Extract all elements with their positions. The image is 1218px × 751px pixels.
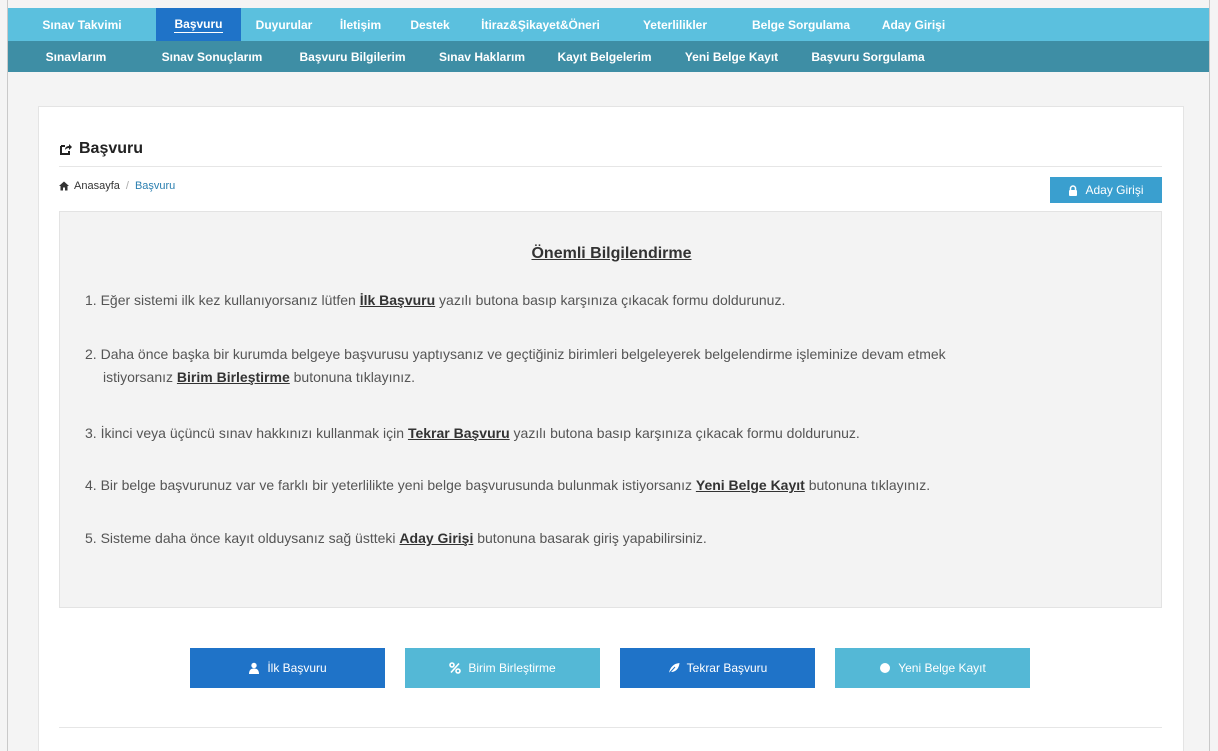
info-item-1: 1. Eğer sistemi ilk kez kullanıyorsanız … — [85, 292, 786, 308]
home-icon — [59, 181, 69, 191]
nav-destek[interactable]: Destek — [394, 8, 466, 41]
info-item-5: 5. Sisteme daha önce kayıt olduysanız sa… — [85, 530, 707, 546]
yeni-belge-kayit-label: Yeni Belge Kayıt — [898, 661, 986, 675]
page-title: Başvuru — [59, 139, 143, 159]
frame-left-border — [7, 0, 8, 751]
birim-birlestirme-reference: Birim Birleştirme — [176, 369, 290, 385]
breadcrumb-home-link[interactable]: Anasayfa — [74, 180, 120, 192]
page-title-text: Başvuru — [79, 140, 144, 157]
sub-navigation: Sınavlarım Sınav Sonuçlarım Başvuru Bilg… — [8, 41, 1209, 72]
title-divider — [59, 166, 1162, 167]
lock-icon — [1068, 184, 1078, 196]
nav-yeterlilikler[interactable]: Yeterlilikler — [615, 8, 735, 41]
breadcrumb-current: Başvuru — [134, 180, 176, 192]
ilk-basvuru-button[interactable]: İlk Başvuru — [190, 648, 385, 688]
aday-girisi-reference: Aday Girişi — [399, 530, 474, 546]
subnav-basvuru-bilgilerim[interactable]: Başvuru Bilgilerim — [280, 41, 425, 72]
percent-icon — [449, 662, 462, 674]
subnav-sinavlarim[interactable]: Sınavlarım — [8, 41, 144, 72]
subnav-sinav-haklarim[interactable]: Sınav Haklarım — [425, 41, 539, 72]
breadcrumb: Anasayfa / Başvuru — [59, 179, 175, 193]
nav-itiraz-sikayet-oneri[interactable]: İtiraz&Şikayet&Öneri — [466, 8, 615, 41]
birim-birlestirme-label: Birim Birleştirme — [468, 661, 556, 675]
share-square-icon — [59, 142, 73, 156]
info-heading: Önemli Bilgilendirme — [531, 245, 692, 262]
bottom-divider — [59, 727, 1162, 728]
tekrar-basvuru-reference: Tekrar Başvuru — [407, 425, 510, 441]
ilk-basvuru-label: İlk Başvuru — [267, 661, 327, 675]
nav-sinav-takvimi[interactable]: Sınav Takvimi — [8, 8, 156, 41]
nav-aday-girisi[interactable]: Aday Girişi — [867, 8, 960, 41]
top-navigation: Sınav Takvimi Başvuru Duyurular İletişim… — [8, 8, 1209, 41]
yeni-belge-kayit-reference: Yeni Belge Kayıt — [695, 477, 805, 493]
info-box: Önemli Bilgilendirme 1. Eğer sistemi ilk… — [59, 211, 1162, 608]
nav-iletisim[interactable]: İletişim — [327, 8, 394, 41]
aday-girisi-label: Aday Girişi — [1085, 183, 1144, 197]
nav-duyurular[interactable]: Duyurular — [241, 8, 327, 41]
info-item-2: 2. Daha önce başka bir kurumda belgeye b… — [85, 346, 946, 385]
subnav-sinav-sonuclarim[interactable]: Sınav Sonuçlarım — [144, 41, 280, 72]
nav-basvuru[interactable]: Başvuru — [156, 8, 241, 41]
subnav-basvuru-sorgulama[interactable]: Başvuru Sorgulama — [793, 41, 943, 72]
birim-birlestirme-button[interactable]: Birim Birleştirme — [405, 648, 600, 688]
info-item-4: 4. Bir belge başvurunuz var ve farklı bi… — [85, 477, 931, 493]
yeni-belge-kayit-button[interactable]: Yeni Belge Kayıt — [835, 648, 1030, 688]
info-item-3: 3. İkinci veya üçüncü sınav hakkınızı ku… — [85, 425, 860, 441]
circle-icon — [879, 662, 891, 674]
nav-belge-sorgulama[interactable]: Belge Sorgulama — [735, 8, 867, 41]
frame-right-border — [1209, 0, 1210, 751]
breadcrumb-separator: / — [125, 180, 129, 192]
tekrar-basvuru-button[interactable]: Tekrar Başvuru — [620, 648, 815, 688]
aday-girisi-button[interactable]: Aday Girişi — [1050, 177, 1162, 203]
user-icon — [248, 662, 260, 674]
subnav-kayit-belgelerim[interactable]: Kayıt Belgelerim — [539, 41, 670, 72]
tekrar-basvuru-label: Tekrar Başvuru — [686, 661, 768, 675]
leaf-icon — [668, 662, 680, 674]
ilk-basvuru-reference: İlk Başvuru — [359, 292, 436, 308]
subnav-yeni-belge-kayit[interactable]: Yeni Belge Kayıt — [670, 41, 793, 72]
